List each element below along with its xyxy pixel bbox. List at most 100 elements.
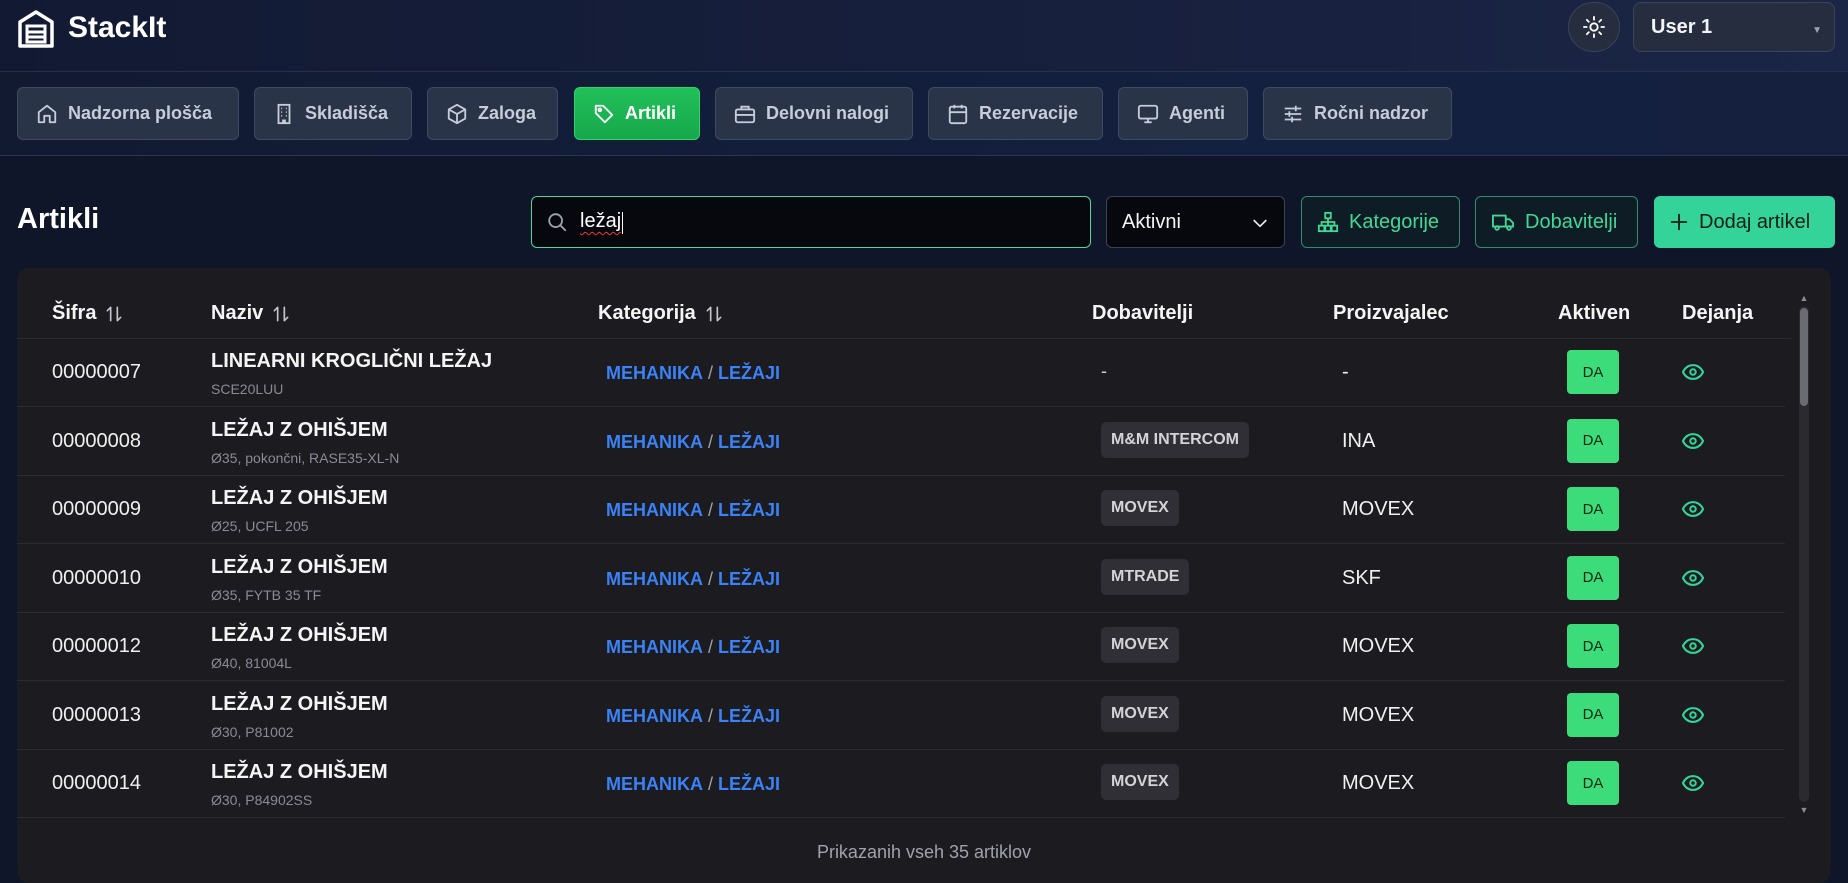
table-row: 00000014 LEŽAJ Z OHIŠJEM Ø30, P84902SS M…	[17, 750, 1785, 818]
active-badge: DA	[1567, 761, 1619, 805]
nav-label: Agenti	[1169, 103, 1225, 123]
eye-icon	[1681, 569, 1705, 586]
article-supplier: -	[1101, 361, 1107, 381]
column-header-suppliers: Dobavitelji	[1092, 302, 1194, 324]
subcategory-link[interactable]: LEŽAJI	[718, 569, 780, 589]
article-name: LINEARNI KROGLIČNI LEŽAJ	[211, 350, 493, 372]
nav-work-orders[interactable]: Delovni nalogi	[715, 87, 913, 140]
view-button[interactable]	[1681, 704, 1705, 731]
theme-toggle-button[interactable]	[1568, 2, 1620, 52]
article-description: Ø30, P81002	[211, 723, 294, 740]
scroll-down-icon[interactable]: ▼	[1799, 804, 1809, 816]
caret-down-icon: ▼	[1812, 25, 1822, 36]
category-link[interactable]: MEHANIKA	[606, 432, 703, 452]
article-name: LEŽAJ Z OHIŠJEM	[211, 761, 388, 783]
article-category: MEHANIKA / LEŽAJI	[606, 500, 781, 520]
category-link[interactable]: MEHANIKA	[606, 363, 703, 383]
category-link[interactable]: MEHANIKA	[606, 637, 703, 657]
article-category: MEHANIKA / LEŽAJI	[606, 705, 781, 726]
article-code: 00000013	[52, 703, 141, 726]
user-select[interactable]: User 1 ▼	[1633, 2, 1835, 52]
search-input[interactable]: ležaj	[531, 196, 1091, 248]
subcategory-link[interactable]: LEŽAJI	[718, 637, 780, 657]
article-description: Ø35, FYTB 35 TF	[211, 586, 322, 603]
article-supplier: MOVEX	[1101, 627, 1179, 663]
view-button[interactable]	[1681, 635, 1705, 662]
category-link[interactable]: MEHANIKA	[606, 774, 703, 794]
subcategory-link[interactable]: LEŽAJI	[718, 432, 780, 452]
view-button[interactable]	[1681, 361, 1705, 388]
article-manufacturer: MOVEX	[1342, 703, 1415, 726]
subcategory-link[interactable]: LEŽAJI	[718, 500, 780, 520]
eye-icon	[1681, 706, 1705, 723]
view-button[interactable]	[1681, 498, 1705, 525]
article-category: MEHANIKA / LEŽAJI	[606, 363, 781, 383]
nav-warehouses[interactable]: Skladišča	[254, 87, 412, 140]
category-link[interactable]: MEHANIKA	[606, 706, 703, 726]
category-link[interactable]: MEHANIKA	[606, 500, 703, 520]
column-header-category[interactable]: Kategorija	[598, 302, 724, 325]
category-link[interactable]: MEHANIKA	[606, 569, 703, 589]
status-filter-select[interactable]: Aktivni	[1106, 196, 1285, 248]
active-badge: DA	[1567, 487, 1619, 531]
column-header-code[interactable]: Šifra	[52, 302, 124, 325]
article-manufacturer: MOVEX	[1342, 635, 1415, 657]
add-article-button[interactable]: Dodaj artikel	[1654, 196, 1835, 248]
add-article-button-label: Dodaj artikel	[1699, 210, 1811, 233]
table-header: Šifra Naziv Kategorija Dobavitelji Proiz…	[17, 268, 1791, 339]
subcategory-link[interactable]: LEŽAJI	[718, 706, 780, 726]
view-button[interactable]	[1681, 772, 1705, 799]
active-badge: DA	[1567, 692, 1619, 737]
status-filter-value: Aktivni	[1122, 210, 1181, 233]
nav-label: Ročni nadzor	[1314, 103, 1429, 123]
article-name: LEŽAJ Z OHIŠJEM	[211, 487, 388, 509]
eye-icon	[1681, 638, 1705, 654]
article-manufacturer: MOVEX	[1342, 498, 1415, 520]
eye-icon	[1681, 364, 1705, 380]
nav-dashboard[interactable]: Nadzorna plošča	[17, 87, 239, 140]
nav-reservations[interactable]: Rezervacije	[928, 87, 1103, 140]
article-code: 00000010	[52, 566, 141, 589]
search-value: ležaj	[580, 210, 622, 233]
truck-icon	[1492, 214, 1514, 231]
column-header-label: Kategorija	[598, 302, 696, 324]
article-description: SCE20LUU	[211, 381, 284, 397]
hierarchy-icon	[1317, 211, 1339, 233]
scroll-up-icon[interactable]: ▲	[1799, 292, 1809, 304]
article-code: 00000014	[52, 772, 141, 794]
scroll-thumb[interactable]	[1800, 308, 1808, 406]
app-logo[interactable]: StackIt	[16, 8, 166, 48]
sort-icon	[106, 306, 122, 321]
nav-agents[interactable]: Agenti	[1118, 87, 1248, 140]
column-header-active: Aktiven	[1558, 302, 1631, 324]
article-description: Ø25, UCFL 205	[211, 518, 309, 534]
article-supplier: M&M INTERCOM	[1101, 421, 1249, 458]
table-row: 00000012 LEŽAJ Z OHIŠJEM Ø40, 81004L MEH…	[17, 613, 1785, 681]
table-row: 00000009 LEŽAJ Z OHIŠJEM Ø25, UCFL 205 M…	[17, 476, 1785, 544]
column-header-name[interactable]: Naziv	[211, 302, 291, 325]
article-category: MEHANIKA / LEŽAJI	[606, 568, 781, 589]
warehouse-logo-icon	[18, 10, 54, 48]
article-supplier: MOVEX	[1101, 490, 1179, 526]
home-icon	[37, 104, 57, 123]
subcategory-link[interactable]: LEŽAJI	[718, 774, 780, 794]
table-scrollbar[interactable]: ▲ ▼	[1796, 292, 1812, 816]
nav-articles[interactable]: Artikli	[574, 87, 700, 140]
categories-button[interactable]: Kategorije	[1301, 196, 1460, 248]
nav-manual-control[interactable]: Ročni nadzor	[1263, 87, 1452, 140]
suppliers-button[interactable]: Dobavitelji	[1475, 196, 1638, 248]
active-badge: DA	[1567, 624, 1619, 668]
sun-icon	[1583, 16, 1605, 38]
article-supplier: MTRADE	[1101, 558, 1190, 595]
view-button[interactable]	[1681, 567, 1705, 594]
building-icon	[277, 103, 291, 124]
box-icon	[447, 103, 467, 124]
nav-stock[interactable]: Zaloga	[427, 87, 558, 140]
article-description: Ø35, pokončni, RASE35-XL-N	[211, 449, 400, 466]
subcategory-link[interactable]: LEŽAJI	[718, 363, 780, 383]
categories-button-label: Kategorije	[1349, 210, 1440, 233]
page-title: Artikli	[17, 203, 100, 235]
view-button[interactable]	[1681, 430, 1705, 457]
active-badge: DA	[1567, 350, 1619, 394]
sort-icon	[273, 306, 289, 321]
